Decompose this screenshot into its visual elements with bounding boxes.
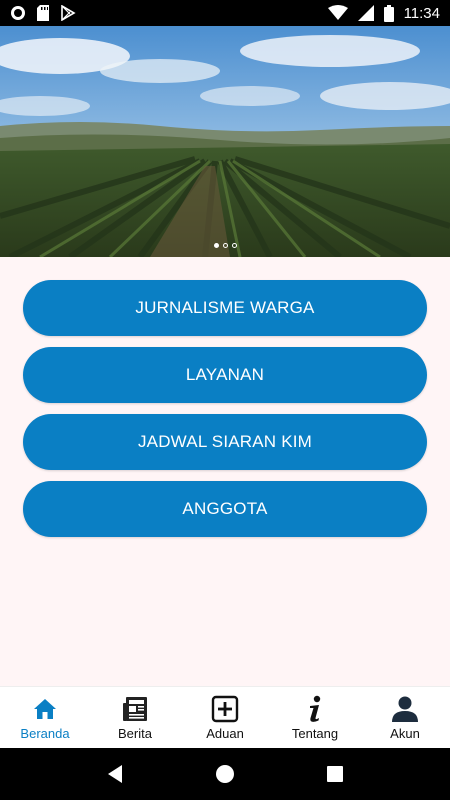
nav-label: Berita (118, 726, 152, 741)
home-icon (30, 694, 60, 724)
nav-label: Beranda (20, 726, 70, 741)
newspaper-icon (120, 694, 150, 724)
carousel-dot[interactable] (222, 243, 228, 248)
signal-icon (357, 5, 374, 21)
info-icon (300, 694, 330, 724)
home-circle-icon[interactable] (215, 764, 235, 784)
nav-item-tentang[interactable]: Tentang (270, 687, 360, 748)
nav-item-akun[interactable]: Akun (360, 687, 450, 748)
nav-item-berita[interactable]: Berita (90, 687, 180, 748)
layanan-button[interactable]: LAYANAN (23, 347, 427, 403)
nav-label: Akun (390, 726, 420, 741)
carousel-dot[interactable] (231, 243, 237, 248)
nav-label: Tentang (291, 726, 339, 741)
back-icon[interactable] (106, 764, 124, 784)
play-store-icon (60, 5, 76, 21)
main-content: JURNALISME WARGA LAYANAN JADWAL SIARAN K… (0, 257, 450, 686)
add-box-icon (210, 694, 240, 724)
bottom-navigation: Beranda Berita Aduan Tentang Akun (0, 686, 450, 748)
anggota-button[interactable]: ANGGOTA (23, 481, 427, 537)
system-navigation-bar (0, 748, 450, 800)
nav-label: Aduan (206, 726, 244, 741)
banner-carousel[interactable] (0, 26, 450, 257)
status-time: 11:34 (403, 4, 440, 22)
wifi-icon (327, 5, 348, 21)
person-icon (390, 694, 420, 724)
carousel-dot[interactable] (213, 243, 219, 248)
banner-image (0, 26, 450, 257)
circle-notification-icon (10, 5, 26, 21)
carousel-dots (0, 243, 450, 248)
nav-item-beranda[interactable]: Beranda (0, 687, 90, 748)
jurnalisme-warga-button[interactable]: JURNALISME WARGA (23, 280, 427, 336)
recents-icon[interactable] (326, 765, 344, 783)
nav-item-aduan[interactable]: Aduan (180, 687, 270, 748)
status-bar: 11:34 (0, 0, 450, 26)
sd-card-icon (36, 5, 50, 21)
battery-icon (383, 4, 394, 22)
jadwal-siaran-kim-button[interactable]: JADWAL SIARAN KIM (23, 414, 427, 470)
